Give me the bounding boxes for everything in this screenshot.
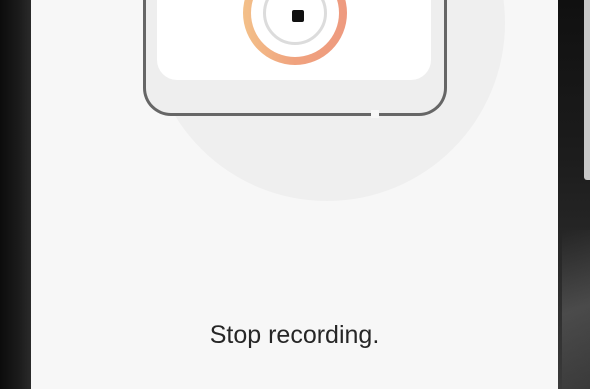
screen: Stop recording.	[0, 0, 590, 389]
tutorial-card: Stop recording.	[31, 0, 558, 389]
background-left-edge	[0, 0, 31, 389]
instruction-text: Stop recording.	[209, 321, 380, 349]
record-ring-mid	[263, 0, 327, 45]
edge-panel-handle[interactable]	[584, 0, 590, 180]
phone-outline-gap	[371, 110, 379, 118]
edge-glare	[562, 230, 590, 389]
stop-square-icon	[292, 10, 304, 22]
background-right-edge	[558, 0, 590, 389]
record-ring-inner	[251, 0, 339, 57]
